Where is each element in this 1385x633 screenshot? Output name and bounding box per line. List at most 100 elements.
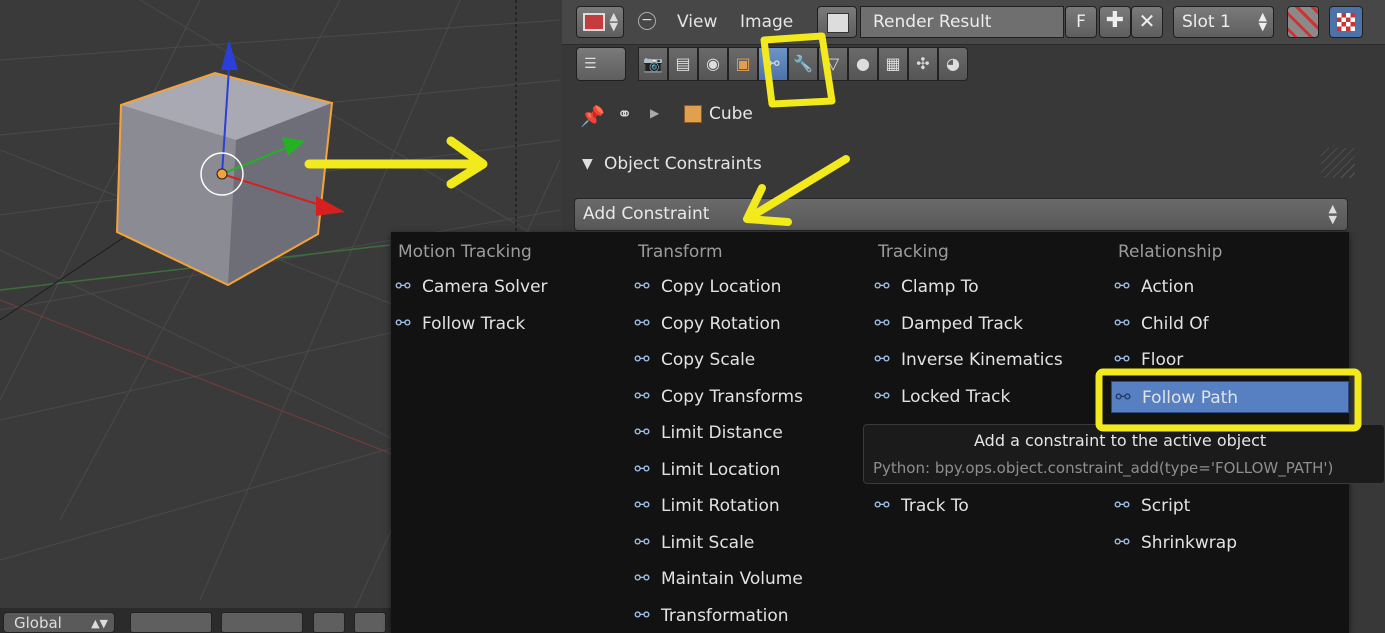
chain-link-icon: ⚯	[1115, 386, 1131, 408]
tab-constraints[interactable]: ⚯	[758, 47, 788, 81]
chain-link-icon: ⚯	[634, 385, 650, 407]
render-preview-button[interactable]	[354, 612, 386, 633]
constraint-item-track-to[interactable]: ⚯ Track To	[871, 490, 1101, 522]
add-constraint-dropdown[interactable]: Add Constraint ▲ ▼	[574, 198, 1348, 231]
chain-link-icon: ⚯	[1114, 312, 1130, 334]
chain-link-icon: ⚯	[874, 385, 890, 407]
dropdown-arrows-icon: ▲▼	[1258, 10, 1267, 33]
world-icon: ◉	[706, 54, 720, 73]
texture-icon: ▦	[885, 54, 901, 73]
constraint-item-transformation[interactable]: ⚯ Transformation	[631, 600, 861, 632]
image-browse-button[interactable]	[817, 6, 857, 38]
wrench-icon: 🔧	[793, 54, 813, 73]
constraint-item-damped-track[interactable]: ⚯ Damped Track	[871, 308, 1101, 340]
tab-data[interactable]: ▽	[818, 47, 848, 81]
chain-link-icon: ⚯	[634, 422, 650, 443]
tab-material[interactable]: ●	[848, 47, 878, 81]
chain-link-icon: ⚯	[874, 495, 890, 516]
chain-link-icon: ⚯	[395, 276, 411, 297]
object-constraints-panel-header[interactable]: ▼ Object Constraints	[574, 148, 1355, 184]
image-name-field[interactable]: Render Result	[860, 6, 1064, 38]
constraint-item-limit-location[interactable]: ⚯ Limit Location	[631, 454, 861, 486]
constraint-item-label: Track To	[901, 496, 969, 516]
scene-icon: ⚭	[617, 104, 633, 125]
constraint-item-camera-solver[interactable]: ⚯ Camera Solver	[392, 271, 622, 303]
slot-dropdown[interactable]: Slot 1 ▲ ▼	[1173, 6, 1274, 38]
draw-alpha-icon[interactable]	[1287, 6, 1319, 38]
new-image-icon[interactable]: ✚	[1099, 6, 1131, 38]
constraint-item-inverse-kinematics[interactable]: ⚯ Inverse Kinematics	[871, 344, 1101, 376]
dropdown-arrows-icon: ▲▼	[609, 10, 618, 33]
cube-icon: ▣	[735, 54, 751, 73]
layer-buttons-2[interactable]	[221, 612, 303, 633]
constraint-item-locked-track[interactable]: ⚯ Locked Track	[871, 381, 1101, 413]
layer-buttons-1[interactable]	[130, 612, 212, 633]
tab-particles[interactable]: ✣	[908, 47, 938, 81]
constraint-item-label: Camera Solver	[422, 277, 548, 297]
drag-handle-icon[interactable]	[1321, 148, 1355, 178]
tab-texture[interactable]: ▦	[878, 47, 908, 81]
orientation-dropdown[interactable]: Global ▲▼	[3, 612, 115, 633]
constraint-item-copy-location[interactable]: ⚯ Copy Location	[631, 271, 861, 303]
pin-icon[interactable]: 📌	[580, 104, 605, 128]
tooltip-python: Python: bpy.ops.object.constraint_add(ty…	[873, 459, 1334, 477]
layers-icon: ▤	[675, 54, 691, 73]
constraint-item-label: Limit Scale	[661, 532, 755, 553]
constraint-item-child-of[interactable]: ⚯ Child Of	[1111, 308, 1341, 340]
constraint-item-label: Damped Track	[901, 313, 1023, 334]
constraint-item-label: Clamp To	[901, 277, 979, 297]
constraint-item-label: Follow Path	[1142, 387, 1239, 408]
constraint-item-label: Follow Track	[422, 313, 526, 334]
constraint-item-label: Script	[1141, 496, 1191, 516]
tab-physics[interactable]: ◕	[938, 47, 968, 81]
collapse-triangle-icon: ▼	[582, 156, 593, 172]
constraint-item-limit-rotation[interactable]: ⚯ Limit Rotation	[631, 490, 861, 522]
constraint-item-maintain-volume[interactable]: ⚯ Maintain Volume	[631, 563, 861, 595]
constraint-item-label: Inverse Kinematics	[901, 350, 1063, 370]
collapse-menu-icon[interactable]: −	[638, 12, 656, 30]
constraint-item-label: Child Of	[1141, 313, 1209, 334]
unlink-image-icon[interactable]: ✕	[1131, 6, 1163, 38]
constraint-item-copy-transforms[interactable]: ⚯ Copy Transforms	[631, 381, 861, 413]
editor-type-button[interactable]: ▲ ▼	[576, 6, 624, 38]
chain-link-icon: ⚯	[634, 568, 650, 589]
tab-object[interactable]: ▣	[728, 47, 758, 81]
lock-camera-button[interactable]	[313, 612, 345, 633]
constraint-item-limit-distance[interactable]: ⚯ Limit Distance	[631, 417, 861, 449]
constraint-item-copy-rotation[interactable]: ⚯ Copy Rotation	[631, 308, 861, 340]
tab-render[interactable]: 📷	[638, 47, 668, 81]
constraint-item-floor[interactable]: ⚯ Floor	[1111, 344, 1341, 376]
menu-view[interactable]: View	[677, 12, 717, 32]
constraint-item-copy-scale[interactable]: ⚯ Copy Scale	[631, 344, 861, 376]
chain-link-icon: ⚯	[766, 54, 780, 73]
menu-image[interactable]: Image	[740, 12, 793, 32]
constraint-item-label: Action	[1141, 277, 1195, 297]
chain-link-icon: ⚯	[634, 349, 650, 370]
constraint-item-label: Copy Rotation	[661, 313, 781, 334]
constraint-item-clamp-to[interactable]: ⚯ Clamp To	[871, 271, 1101, 303]
constraint-item-follow-track[interactable]: ⚯ Follow Track	[392, 308, 622, 340]
editor-type-button-properties[interactable]: ☰	[576, 47, 626, 81]
constraint-item-shrinkwrap[interactable]: ⚯ Shrinkwrap	[1111, 527, 1341, 559]
tooltip: Add a constraint to the active object Py…	[863, 424, 1385, 484]
constraint-item-limit-scale[interactable]: ⚯ Limit Scale	[631, 527, 861, 559]
display-channels-icon[interactable]	[1329, 6, 1363, 38]
chain-link-icon: ⚯	[1114, 276, 1130, 297]
tab-world[interactable]: ◉	[698, 47, 728, 81]
constraint-item-label: Maintain Volume	[661, 569, 803, 589]
tab-render-layers[interactable]: ▤	[668, 47, 698, 81]
object-cube-icon	[684, 105, 702, 123]
chain-link-icon: ⚯	[395, 312, 411, 334]
tab-modifiers[interactable]: 🔧	[788, 47, 818, 81]
constraint-item-label: Copy Transforms	[661, 386, 803, 407]
add-constraint-label: Add Constraint	[583, 204, 710, 224]
chain-link-icon: ⚯	[634, 604, 650, 626]
fake-user-button[interactable]: F	[1065, 6, 1097, 38]
camera-icon: 📷	[643, 54, 663, 73]
constraint-item-follow-path[interactable]: ⚯ Follow Path	[1111, 380, 1349, 413]
mesh-data-icon: ▽	[826, 54, 840, 73]
constraint-item-action[interactable]: ⚯ Action	[1111, 271, 1341, 303]
constraint-item-script[interactable]: ⚯ Script	[1111, 490, 1341, 522]
menu-column-heading: Tracking	[878, 242, 949, 262]
tooltip-title: Add a constraint to the active object	[974, 431, 1267, 450]
